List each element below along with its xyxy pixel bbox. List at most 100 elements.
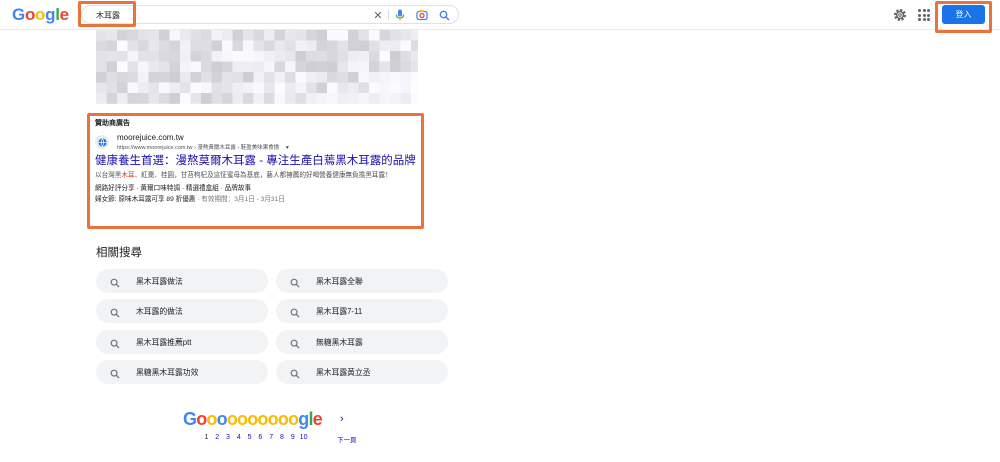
logo-letter: o bbox=[247, 409, 258, 429]
blur-pixel bbox=[274, 61, 286, 73]
blur-pixel bbox=[232, 51, 244, 62]
related-search-label: 黑木耳露推薦ptt bbox=[136, 338, 192, 347]
blur-pixel bbox=[369, 82, 380, 94]
logo-letter: o bbox=[288, 409, 299, 429]
search-icon bbox=[290, 366, 302, 379]
search-icon[interactable] bbox=[437, 8, 451, 22]
blur-pixel bbox=[390, 72, 401, 83]
settings-gear-icon[interactable] bbox=[893, 8, 907, 22]
blur-pixel bbox=[411, 40, 418, 52]
apps-grid-icon[interactable] bbox=[918, 9, 930, 21]
search-icon bbox=[290, 336, 302, 349]
blur-pixel bbox=[411, 93, 418, 104]
blur-pixel bbox=[348, 40, 359, 52]
blur-pixel bbox=[96, 51, 107, 62]
related-search-chip[interactable]: 黑糖黑木耳露功效 bbox=[96, 360, 268, 384]
blur-pixel bbox=[379, 61, 391, 73]
blur-pixel bbox=[316, 72, 328, 83]
related-search-chip[interactable]: 黑木耳露7-11 bbox=[276, 299, 448, 323]
ad-url-path: https://www.moorejuice.com.tw › 漫熬黃爾木耳露 … bbox=[117, 145, 280, 151]
blur-pixel bbox=[327, 30, 338, 41]
related-search-chip[interactable]: 黑木耳露黃立丞 bbox=[276, 360, 448, 384]
blur-pixel bbox=[316, 40, 328, 52]
search-box[interactable]: ✕ bbox=[81, 5, 459, 24]
blur-pixel bbox=[201, 93, 212, 104]
blur-pixel bbox=[180, 93, 191, 104]
blur-pixel bbox=[295, 93, 307, 104]
blur-pixel bbox=[295, 30, 307, 41]
blur-pixel bbox=[295, 51, 307, 62]
blur-pixel bbox=[295, 82, 307, 94]
blur-pixel bbox=[106, 82, 118, 94]
page-number-link: 1 bbox=[204, 434, 209, 441]
camera-lens-icon[interactable] bbox=[415, 8, 429, 22]
search-input[interactable] bbox=[96, 8, 316, 22]
ad-description: 以台灣黑木耳、紅棗、桂圓，甘苔枸杞及這怔蜜母為基底，藝人都擁薦的好喝營養健康無負… bbox=[95, 171, 410, 181]
next-arrow-icon[interactable]: › bbox=[340, 413, 344, 425]
ad-url: https://www.moorejuice.com.tw › 漫熬黃爾木耳露 … bbox=[117, 143, 290, 151]
blur-pixel bbox=[316, 61, 328, 73]
blur-pixel bbox=[106, 51, 118, 62]
ad-options-caret-icon[interactable]: ▼ bbox=[285, 145, 290, 151]
page-number-link[interactable]: 7 bbox=[266, 434, 277, 441]
blur-pixel bbox=[285, 51, 296, 62]
page-number-link[interactable]: 4 bbox=[233, 434, 244, 441]
sign-in-button[interactable]: 登入 bbox=[942, 5, 985, 24]
related-search-chip[interactable]: 黑木耳露推薦ptt bbox=[96, 330, 268, 354]
blur-pixel bbox=[148, 61, 160, 73]
page-number-link[interactable]: 10 bbox=[298, 434, 309, 441]
page-number-link[interactable]: 6 bbox=[255, 434, 266, 441]
related-search-label: 黑木耳露黃立丞 bbox=[316, 368, 371, 377]
blur-pixel bbox=[148, 51, 160, 62]
page-number-link[interactable]: 9 bbox=[287, 434, 298, 441]
blur-pixel bbox=[285, 93, 296, 104]
related-search-chip[interactable]: 木耳露的做法 bbox=[96, 299, 268, 323]
blur-pixel bbox=[369, 93, 380, 104]
google-logo[interactable]: Google bbox=[12, 5, 69, 25]
blur-pixel bbox=[253, 30, 265, 41]
blur-pixel bbox=[400, 61, 412, 73]
next-page-link[interactable]: 下一頁 bbox=[337, 434, 357, 444]
sponsored-ad[interactable]: 贊助商廣告 moorejuice.com.tw https://www.moor… bbox=[95, 118, 417, 204]
blur-pixel bbox=[411, 30, 418, 41]
blur-pixel bbox=[96, 82, 107, 94]
page-number-link[interactable]: 2 bbox=[212, 434, 223, 441]
blur-pixel bbox=[285, 72, 296, 83]
page-number-link[interactable]: 3 bbox=[223, 434, 234, 441]
blur-pixel bbox=[253, 51, 265, 62]
logo-letter: g bbox=[45, 5, 56, 24]
blur-pixel bbox=[264, 93, 275, 104]
blur-pixel bbox=[117, 82, 128, 94]
ad-site-row[interactable]: moorejuice.com.tw https://www.moorejuice… bbox=[95, 133, 417, 151]
related-search-chip[interactable]: 無糖黑木耳露 bbox=[276, 330, 448, 354]
blur-pixel bbox=[96, 61, 107, 73]
blur-pixel bbox=[180, 82, 191, 94]
blur-pixel bbox=[117, 40, 128, 52]
blur-pixel bbox=[348, 61, 359, 73]
page-number-link[interactable]: 5 bbox=[244, 434, 255, 441]
related-search-chip[interactable]: 黑木耳露做法 bbox=[96, 269, 268, 293]
related-search-chip[interactable]: 黑木耳露全聯 bbox=[276, 269, 448, 293]
blur-pixel bbox=[243, 51, 254, 62]
microphone-icon[interactable] bbox=[393, 8, 407, 22]
blur-pixel bbox=[201, 40, 212, 52]
blur-pixel bbox=[243, 93, 254, 104]
search-icon bbox=[110, 305, 122, 318]
blur-pixel bbox=[295, 72, 307, 83]
blur-pixel bbox=[211, 30, 223, 41]
blur-pixel bbox=[348, 93, 359, 104]
blur-pixel bbox=[201, 82, 212, 94]
page-number-link[interactable]: 8 bbox=[277, 434, 288, 441]
blur-pixel bbox=[127, 40, 139, 52]
ad-title-link[interactable]: 健康養生首選：漫熬莫爾木耳露 - 專注生產白蔫黑木耳露的品牌 bbox=[95, 154, 417, 169]
blur-pixel bbox=[306, 51, 317, 62]
ad-sitelinks[interactable]: 網路好評分享 · 黃爾口味特調 · 精選禮盒組 · 品牌故事 bbox=[95, 184, 417, 193]
blur-pixel bbox=[159, 93, 170, 104]
logo-letter: o bbox=[226, 409, 238, 429]
blur-pixel bbox=[180, 61, 191, 73]
blur-pixel bbox=[106, 93, 118, 104]
clear-icon[interactable]: ✕ bbox=[371, 8, 385, 22]
blur-pixel bbox=[232, 40, 244, 52]
blur-pixel bbox=[327, 51, 338, 62]
blur-pixel bbox=[264, 72, 275, 83]
